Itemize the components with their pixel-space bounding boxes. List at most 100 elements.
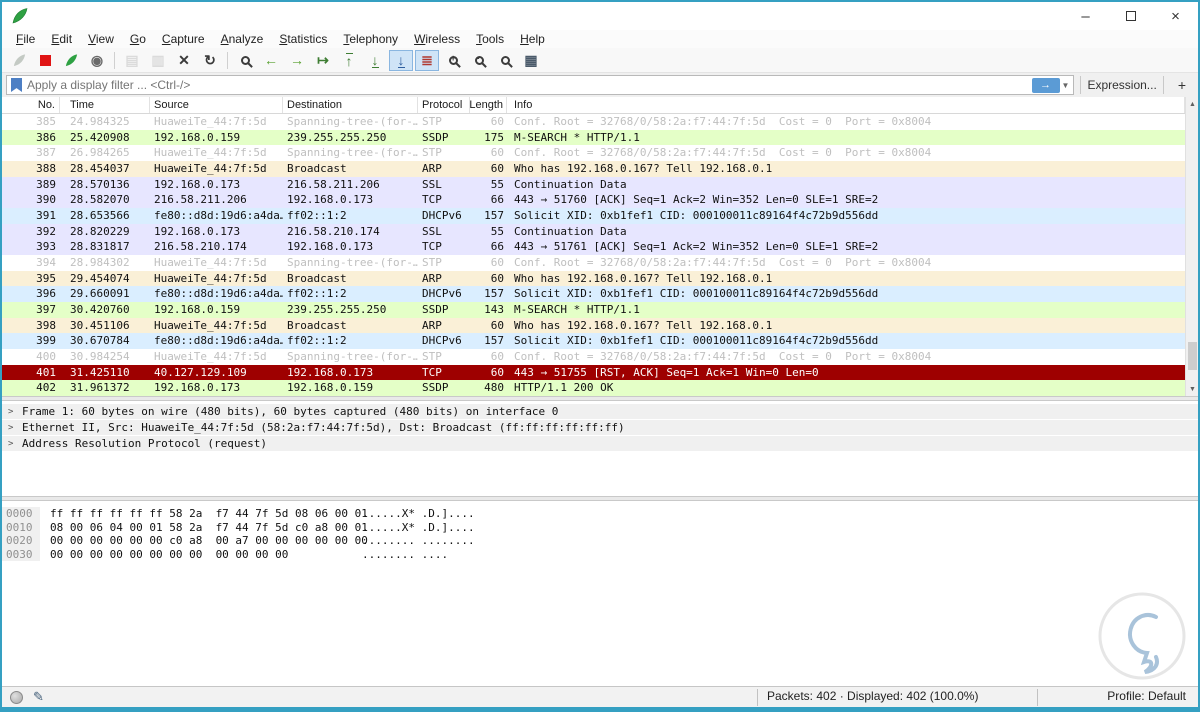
apply-filter-button[interactable]: → [1031, 77, 1060, 93]
minimize-button[interactable]: – [1063, 2, 1108, 30]
profile-status[interactable]: Profile: Default [1107, 689, 1186, 703]
cell-protocol: SSL [422, 224, 442, 238]
packet-row[interactable]: 396 29.660091 fe80::d8d:19d6:a4da… ff02::1:… [2, 286, 1185, 302]
hex-row[interactable]: 0010 08 00 06 04 00 01 58 2a f7 44 7f 5d … [2, 520, 1198, 534]
packet-row[interactable]: 402 31.961372 192.168.0.173 192.168.0.159 SS… [2, 380, 1185, 396]
filter-bookmark-icon[interactable] [11, 78, 22, 92]
column-header-info[interactable]: Info [507, 97, 1185, 113]
column-header-no[interactable]: No. [2, 97, 60, 113]
packet-row[interactable]: 392 28.820229 192.168.0.173 216.58.210.174 S… [2, 223, 1185, 240]
detail-row[interactable]: > Address Resolution Protocol (request) [2, 436, 1198, 451]
capture-options-icon[interactable]: ◉ [85, 50, 109, 71]
cell-source: 192.168.0.173 [154, 224, 241, 238]
open-file-icon[interactable]: ▤ [120, 50, 144, 71]
detail-row[interactable]: > Frame 1: 60 bytes on wire (480 bits), 6… [2, 404, 1198, 419]
start-capture-icon[interactable] [7, 50, 31, 71]
scroll-up-icon[interactable]: ▲ [1186, 97, 1199, 111]
hex-row[interactable]: 0020 00 00 00 00 00 00 c0 a8 00 a7 00 00 … [2, 534, 1198, 548]
menu-analyze[interactable]: Analyze [213, 32, 272, 46]
hex-bytes: 08 00 06 04 00 01 58 2a f7 44 7f 5d c0 a… [50, 520, 368, 534]
expand-chevron-icon[interactable]: > [8, 423, 18, 433]
scroll-down-icon[interactable]: ▼ [1186, 382, 1199, 396]
column-header-destination[interactable]: Destination [283, 97, 418, 113]
zoom-in-icon[interactable]: + [441, 50, 465, 71]
cell-protocol: ARP [422, 318, 442, 332]
packet-row[interactable]: 397 30.420760 192.168.0.159 239.255.255.250… [2, 301, 1185, 318]
close-button[interactable]: × [1153, 2, 1198, 30]
expand-chevron-icon[interactable]: > [8, 439, 18, 449]
restart-capture-icon[interactable] [59, 50, 83, 71]
go-back-icon[interactable]: ← [259, 50, 283, 71]
packet-row[interactable]: 399 30.670784 fe80::d8d:19d6:a4da… ff02::1:… [2, 333, 1185, 349]
menu-capture[interactable]: Capture [154, 32, 213, 46]
packet-row[interactable]: 388 28.454037 HuaweiTe_44:7f:5d Broadcast AR… [2, 160, 1185, 177]
display-filter-input[interactable] [27, 78, 1032, 92]
hex-offset: 0010 [2, 520, 40, 534]
expand-chevron-icon[interactable]: > [8, 407, 18, 417]
capture-comment-icon[interactable]: ✎ [33, 689, 44, 705]
packet-row[interactable]: 393 28.831817 216.58.210.174 192.168.0.173 T… [2, 239, 1185, 255]
menu-wireless[interactable]: Wireless [406, 32, 468, 46]
menu-help[interactable]: Help [512, 32, 553, 46]
hex-row[interactable]: 0030 00 00 00 00 00 00 00 00 00 00 00 00.… [2, 547, 1198, 561]
packet-row[interactable]: 391 28.653566 fe80::d8d:19d6:a4da… ff02::1:… [2, 207, 1185, 224]
expert-info-button[interactable] [10, 690, 23, 704]
menu-file[interactable]: File [8, 32, 43, 46]
zoom-out-icon[interactable]: - [467, 50, 491, 71]
toolbar-separator [114, 51, 115, 69]
scrollbar-thumb[interactable] [1188, 342, 1197, 370]
maximize-button[interactable] [1108, 2, 1153, 30]
cell-no: 394 [36, 255, 56, 269]
menu-statistics[interactable]: Statistics [271, 32, 335, 46]
save-file-icon[interactable]: ▥ [146, 50, 170, 71]
cell-time: 31.961372 [70, 381, 130, 395]
packet-row[interactable]: 395 29.454074 HuaweiTe_44:7f:5d Broadcast AR… [2, 270, 1185, 287]
menu-view[interactable]: View [80, 32, 122, 46]
packet-row[interactable]: 389 28.570136 192.168.0.173 216.58.211.206 S… [2, 176, 1185, 193]
close-capture-icon[interactable]: ✕ [172, 50, 196, 71]
colorize-icon[interactable]: ≣ [415, 49, 439, 71]
cell-protocol: DHCPv6 [422, 287, 462, 301]
expression-button[interactable]: Expression... [1087, 78, 1156, 92]
hex-ascii: ........ .... [362, 547, 449, 561]
packet-row[interactable]: 394 28.984302 HuaweiTe_44:7f:5d Spanning-tr… [2, 254, 1185, 271]
cell-protocol: ARP [422, 161, 442, 175]
reload-icon[interactable]: ↻ [198, 50, 222, 71]
go-to-packet-icon[interactable]: ↦ [311, 50, 335, 71]
packet-row[interactable]: 386 25.420908 192.168.0.159 239.255.255.250… [2, 129, 1185, 146]
column-header-length[interactable]: Length [470, 97, 507, 113]
stop-capture-icon[interactable] [33, 50, 57, 71]
cell-length: 60 [490, 115, 504, 128]
packet-row[interactable]: 390 28.582070 216.58.211.206 192.168.0.173 T… [2, 192, 1185, 208]
packet-row[interactable]: 401 31.425110 40.127.129.109 192.168.0.173 T… [2, 364, 1185, 381]
cell-protocol: STP [422, 255, 442, 269]
cell-source: 192.168.0.159 [154, 302, 241, 316]
menu-tools[interactable]: Tools [468, 32, 512, 46]
detail-row[interactable]: > Ethernet II, Src: HuaweiTe_44:7f:5d (58… [2, 420, 1198, 435]
cell-source: HuaweiTe_44:7f:5d [154, 349, 267, 363]
hex-row[interactable]: 0000 ff ff ff ff ff ff 58 2a f7 44 7f 5d … [2, 507, 1198, 521]
cell-info: Conf. Root = 32768/0/58:2a:f7:44:7f:5d C… [514, 349, 932, 363]
auto-scroll-icon[interactable]: ↓ [389, 49, 413, 71]
add-filter-button[interactable]: + [1170, 77, 1194, 93]
menu-telephony[interactable]: Telephony [335, 32, 406, 46]
column-header-protocol[interactable]: Protocol [418, 97, 470, 113]
menu-go[interactable]: Go [122, 32, 154, 46]
packet-row[interactable]: 387 26.984265 HuaweiTe_44:7f:5d Spanning-tr… [2, 145, 1185, 161]
zoom-reset-icon[interactable] [493, 50, 517, 71]
filter-history-caret-icon[interactable]: ▼ [1062, 81, 1070, 90]
go-to-top-icon[interactable]: ↑ [337, 50, 361, 71]
cell-no: 401 [36, 365, 56, 379]
go-forward-icon[interactable]: → [285, 50, 309, 71]
packet-list-scrollbar[interactable]: ▲ ▼ [1185, 97, 1198, 396]
packet-row[interactable]: 400 30.984254 HuaweiTe_44:7f:5d Spanning-tr… [2, 348, 1185, 365]
find-packet-icon[interactable] [233, 50, 257, 71]
detail-text: Frame 1: 60 bytes on wire (480 bits), 60… [22, 405, 559, 418]
go-to-bottom-icon[interactable]: ↓ [363, 50, 387, 71]
packet-row[interactable]: 385 24.984325 HuaweiTe_44:7f:5d Spanning-tr… [2, 114, 1185, 130]
packet-row[interactable]: 398 30.451106 HuaweiTe_44:7f:5d Broadcast AR… [2, 317, 1185, 334]
column-header-source[interactable]: Source [150, 97, 283, 113]
resize-columns-icon[interactable]: ▦ [519, 50, 543, 71]
menu-edit[interactable]: Edit [43, 32, 80, 46]
column-header-time[interactable]: Time [60, 97, 150, 113]
